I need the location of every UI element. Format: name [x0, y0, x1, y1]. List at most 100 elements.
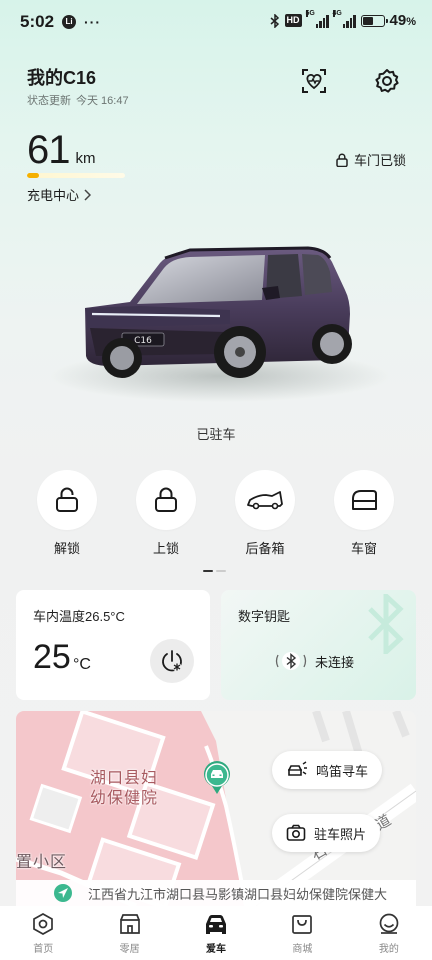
lock-button[interactable]: 上锁 [134, 470, 198, 557]
nav-lingju-label: 零居 [119, 944, 140, 955]
battery-icon [360, 14, 388, 27]
window-label: 车窗 [350, 541, 377, 556]
signal-4g-icon: 4G [332, 9, 356, 28]
nav-mall[interactable]: 商城 [259, 906, 345, 960]
profile-icon [379, 913, 399, 934]
range-value: 61 [27, 128, 70, 172]
charge-center-label: 充电中心 [27, 188, 80, 203]
nav-my-car-label: 爱车 [206, 944, 227, 955]
car-horn-icon [288, 761, 307, 776]
key-connection-status: 未连接 [275, 650, 354, 672]
hd-voice-icon: HD [284, 14, 302, 27]
unlock-label: 解锁 [53, 541, 80, 556]
range-unit: km [75, 150, 96, 167]
net-type-5g: 5G [305, 9, 315, 17]
cabin-temp-title: 车内温度26.5°C [33, 609, 125, 624]
unlock-button[interactable]: 解锁 [35, 470, 99, 557]
nav-profile[interactable]: 我的 [346, 906, 432, 960]
lock-small-icon [336, 153, 348, 167]
status-right-icons: HD 5G 4G 49% [270, 9, 416, 29]
door-lock-status: 车门已锁 [336, 150, 406, 169]
battery-percent: 49% [389, 12, 416, 29]
more-notifications-icon: ··· [84, 14, 101, 30]
poi-label: 湖口县妇 幼保健院 [90, 769, 158, 809]
trunk-button[interactable]: 后备箱 [233, 470, 297, 557]
poi-label-line2: 幼保健院 [90, 790, 159, 807]
net-type-4g: 4G [332, 9, 342, 17]
navigate-arrow-icon [54, 884, 72, 902]
status-left-icons: Li ··· [62, 15, 101, 29]
lock-closed-icon [155, 487, 177, 512]
status-update-time: 今天 16:47 [76, 95, 129, 107]
range-display: 61 km [27, 128, 96, 173]
parking-status: 已驻车 [196, 427, 236, 442]
key-status-label: 未连接 [315, 654, 355, 670]
status-update-label: 状态更新 [27, 95, 71, 107]
status-update-row: 状态更新 今天 16:47 [27, 92, 129, 108]
parking-photo-button[interactable]: 驻车照片 [272, 814, 381, 852]
lock-open-icon [56, 487, 78, 512]
page-dot [216, 570, 226, 572]
area-label: 置小区 [16, 854, 68, 871]
set-temperature: 25 [33, 638, 71, 676]
nav-home-label: 首页 [33, 944, 54, 955]
chevron-right-icon [84, 188, 92, 201]
climate-power-button[interactable] [150, 639, 194, 683]
car-pin-icon [204, 761, 230, 794]
bluetooth-icon [275, 652, 307, 670]
honk-find-car-button[interactable]: 鸣笛寻车 [272, 751, 383, 789]
car-name-title[interactable]: 我的C16 [27, 64, 96, 90]
home-hexagon-icon [33, 913, 54, 935]
range-progress-fill [27, 173, 39, 178]
car-image: C16 [50, 246, 390, 402]
status-time: 5:02 [20, 12, 55, 31]
address-text: 江西省九江市湖口县马影镇湖口县妇幼保健院保健大 [88, 886, 388, 902]
vehicle-location-map[interactable]: 湖口县妇 幼保健院 置小区 石 道 鸣笛寻车 驻车照片 [16, 711, 416, 906]
gear-icon [375, 69, 399, 93]
bluetooth-status-icon [270, 13, 279, 28]
nav-lingju[interactable]: 零居 [86, 906, 172, 960]
power-fan-icon [162, 650, 182, 672]
shopping-bag-icon [292, 915, 313, 934]
temperature-unit: °C [73, 656, 91, 673]
page-dot-active [203, 570, 213, 572]
car-trunk-icon [247, 491, 283, 510]
unlock-circle [37, 470, 97, 530]
nav-my-car[interactable]: 爱车 [173, 906, 259, 960]
bluetooth-watermark-icon [368, 594, 404, 654]
heart-monitor-icon [302, 69, 326, 93]
climate-card[interactable]: 车内温度26.5°C 25 °C [16, 590, 210, 700]
controls-page-indicator [203, 570, 226, 572]
car-badge-text: C16 [134, 336, 152, 346]
lock-circle [136, 470, 196, 530]
trunk-circle [235, 470, 295, 530]
nav-profile-label: 我的 [378, 944, 399, 955]
digital-key-title: 数字钥匙 [238, 609, 291, 624]
honk-label: 鸣笛寻车 [316, 763, 369, 779]
vehicle-health-button[interactable] [299, 66, 329, 96]
car-front-icon [206, 915, 227, 934]
nav-home[interactable]: 首页 [0, 906, 86, 960]
settings-button[interactable] [372, 66, 402, 96]
address-bar[interactable]: 江西省九江市湖口县马影镇湖口县妇幼保健院保健大 [16, 880, 416, 906]
signal-5g-icon: 5G [305, 9, 329, 28]
car-location-pin[interactable] [202, 761, 232, 800]
photo-label: 驻车照片 [314, 826, 367, 842]
range-progress-bar [27, 173, 125, 178]
status-bar: 5:02 Li ··· HD 5G 4G 49% [0, 0, 432, 44]
car-window-icon [352, 490, 377, 510]
lock-label: 上锁 [152, 541, 179, 556]
shop-icon [119, 914, 140, 934]
bottom-navigation: 首页 零居 爱车 商城 我的 [0, 906, 432, 960]
window-button[interactable]: 车窗 [332, 470, 396, 557]
map-canvas [16, 711, 416, 906]
trunk-label: 后备箱 [245, 541, 285, 556]
poi-label-line1: 湖口县妇 [90, 770, 159, 787]
app-notification-icon: Li [62, 15, 76, 29]
camera-icon [286, 824, 306, 841]
nav-mall-label: 商城 [292, 944, 313, 955]
charge-center-link[interactable]: 充电中心 [27, 185, 92, 204]
door-status-label: 车门已锁 [353, 153, 406, 168]
window-circle [334, 470, 394, 530]
digital-key-card[interactable]: 数字钥匙 未连接 [221, 590, 416, 700]
